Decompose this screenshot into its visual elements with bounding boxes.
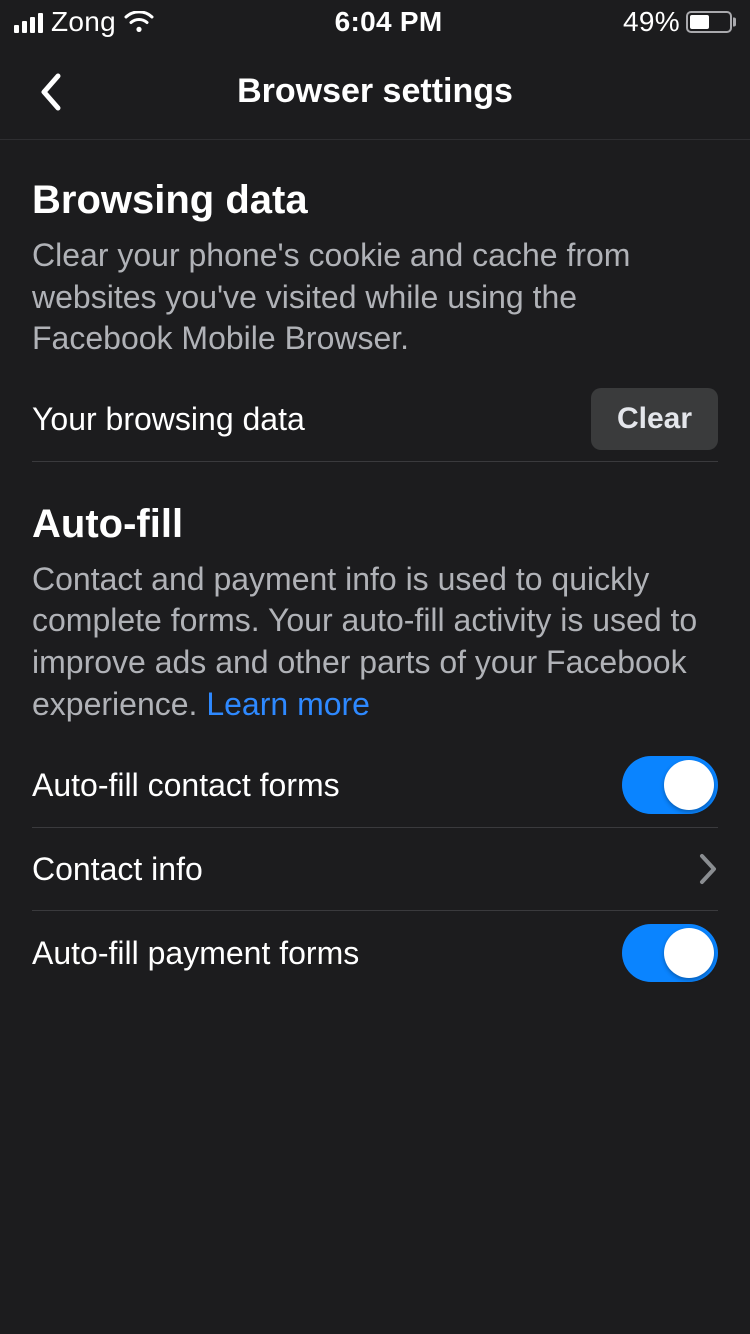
- autofill-contact-forms-label: Auto-fill contact forms: [32, 767, 340, 804]
- status-time: 6:04 PM: [335, 6, 443, 38]
- autofill-contact-forms-row: Auto-fill contact forms: [32, 743, 718, 827]
- autofill-payment-forms-row: Auto-fill payment forms: [32, 911, 718, 995]
- browsing-data-label: Your browsing data: [32, 401, 305, 438]
- browsing-title: Browsing data: [32, 178, 718, 223]
- contact-info-row[interactable]: Contact info: [32, 827, 718, 911]
- browsing-section: Browsing data Clear your phone's cookie …: [32, 178, 718, 462]
- cellular-signal-icon: [14, 11, 43, 33]
- learn-more-link[interactable]: Learn more: [206, 686, 370, 722]
- status-left: Zong: [14, 6, 154, 38]
- contact-info-label: Contact info: [32, 851, 203, 888]
- chevron-right-icon: [698, 852, 718, 886]
- back-button[interactable]: [28, 70, 72, 114]
- autofill-payment-forms-label: Auto-fill payment forms: [32, 935, 359, 972]
- autofill-payment-forms-toggle[interactable]: [622, 924, 718, 982]
- content: Browsing data Clear your phone's cookie …: [0, 140, 750, 995]
- autofill-contact-forms-toggle[interactable]: [622, 756, 718, 814]
- status-right: 49%: [623, 6, 732, 38]
- status-bar: Zong 6:04 PM 49%: [0, 0, 750, 44]
- nav-header: Browser settings: [0, 44, 750, 140]
- page-title: Browser settings: [237, 72, 513, 111]
- autofill-description: Contact and payment info is used to quic…: [32, 559, 718, 725]
- browsing-data-row: Your browsing data Clear: [32, 378, 718, 462]
- chevron-left-icon: [38, 72, 62, 112]
- clear-button[interactable]: Clear: [591, 388, 718, 450]
- carrier-label: Zong: [51, 6, 116, 38]
- autofill-section: Auto-fill Contact and payment info is us…: [32, 502, 718, 995]
- autofill-title: Auto-fill: [32, 502, 718, 547]
- battery-icon: [686, 11, 732, 33]
- browsing-description: Clear your phone's cookie and cache from…: [32, 235, 718, 360]
- battery-percent: 49%: [623, 6, 680, 38]
- wifi-icon: [124, 11, 154, 33]
